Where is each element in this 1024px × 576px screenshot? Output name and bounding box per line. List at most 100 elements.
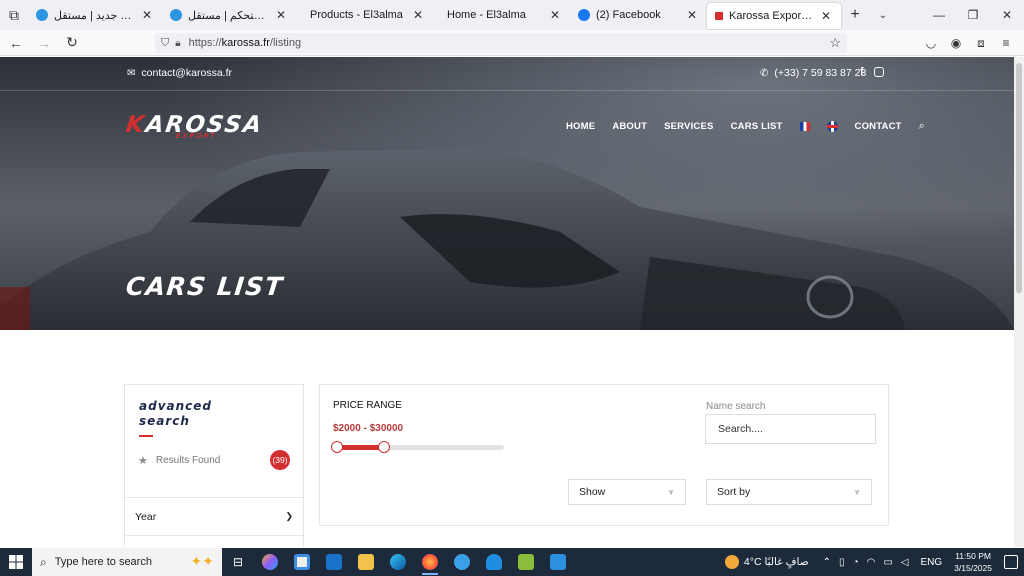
file-explorer-icon[interactable] <box>350 548 382 576</box>
contact-topbar: ✉ contact@karossa.fr ✆ (+33) 7 59 83 87 … <box>0 57 1014 91</box>
advanced-search-panel: advanced search ★ Results Found (39) Yea… <box>124 384 304 547</box>
mostaql-favicon-icon <box>36 9 48 21</box>
close-icon[interactable]: ✕ <box>274 8 288 22</box>
social-links: f <box>860 66 884 78</box>
pocket-icon[interactable]: ◡ <box>919 31 943 55</box>
slider-min-handle[interactable] <box>331 441 343 453</box>
new-tab-plus-icon[interactable]: + <box>841 0 869 30</box>
nav-services[interactable]: SERVICES <box>664 121 713 132</box>
price-range-label: PRICE RANGE <box>333 400 402 411</box>
account-icon[interactable]: ◉ <box>944 31 968 55</box>
tab-list-icon[interactable]: ⧉ <box>0 0 28 30</box>
topbar-phone[interactable]: ✆ (+33) 7 59 83 87 23 <box>760 67 866 79</box>
firefox-icon[interactable] <box>414 548 446 576</box>
sort-by-select[interactable]: Sort by ▼ <box>706 479 872 505</box>
close-icon[interactable]: ✕ <box>548 8 562 22</box>
caret-down-icon: ▼ <box>667 487 675 497</box>
browser-tab-3[interactable]: Products - El3alma ✕ <box>296 0 433 30</box>
clock[interactable]: 11:50 PM 3/15/2025 <box>954 550 992 574</box>
weather-widget[interactable]: 4°C صافٍ غالبًا <box>724 555 809 569</box>
page-scrollbar[interactable] <box>1014 57 1024 547</box>
language-indicator[interactable]: ENG <box>921 557 943 568</box>
app-bird-icon[interactable] <box>446 548 478 576</box>
volume-icon[interactable]: ◁ <box>901 557 909 568</box>
tab-title: (2) Facebook <box>596 9 661 21</box>
close-icon[interactable]: ✕ <box>685 8 699 22</box>
tab-title: Home - El3alma <box>447 9 526 21</box>
minimize-icon[interactable]: — <box>922 0 956 30</box>
outlook-icon[interactable] <box>318 548 350 576</box>
network-icon[interactable]: ◔ <box>853 557 859 568</box>
star-icon: ★ <box>138 455 148 467</box>
restore-icon[interactable]: ❐ <box>956 0 990 30</box>
battery-icon[interactable]: ▭ <box>883 557 892 568</box>
results-found: ★ Results Found <box>138 455 221 467</box>
nav-contact[interactable]: CONTACT <box>855 121 902 132</box>
task-view-icon[interactable]: ⊟ <box>222 548 254 576</box>
hero-banner: ✉ contact@karossa.fr ✆ (+33) 7 59 83 87 … <box>0 57 1014 330</box>
close-icon[interactable]: ✕ <box>411 8 425 22</box>
browser-tab-6-active[interactable]: Karossa Export - Cars List ✕ <box>707 3 841 29</box>
taskbar-search[interactable]: ⌕ Type here to search ✦✦ <box>32 548 222 576</box>
shield-icon[interactable]: ⛉ <box>161 37 169 50</box>
filter-panel: PRICE RANGE $2000 - $30000 Name search S… <box>319 384 889 526</box>
tab-title: Products - El3alma <box>310 9 403 21</box>
name-search-input[interactable] <box>705 414 876 444</box>
slider-max-handle[interactable] <box>377 441 390 453</box>
edge-icon[interactable] <box>382 548 414 576</box>
main-navigation: HOME ABOUT SERVICES CARS LIST CONTACT ⌕ <box>566 120 925 133</box>
back-arrow-icon[interactable]: ← <box>4 31 28 55</box>
scrollbar-thumb[interactable] <box>1016 63 1022 293</box>
facebook-favicon-icon <box>578 9 590 21</box>
chevron-down-icon: ❯ <box>285 511 293 521</box>
lock-icon[interactable]: 🔒︎ <box>175 38 180 49</box>
instagram-icon[interactable] <box>873 67 884 77</box>
wifi-icon[interactable]: ◠ <box>867 557 876 568</box>
next-filter-row[interactable] <box>125 535 303 547</box>
notification-icon[interactable] <box>1004 555 1018 569</box>
chevron-up-icon[interactable]: ⌃ <box>823 557 831 568</box>
copilot-icon[interactable] <box>254 548 286 576</box>
menu-hamburger-icon[interactable]: ≡ <box>994 31 1018 55</box>
forward-arrow-icon[interactable]: → <box>32 31 56 55</box>
device-icon[interactable]: ▯ <box>839 557 845 568</box>
browser-tab-5[interactable]: (2) Facebook ✕ <box>570 0 707 30</box>
tab-title: إضافة عمل جديد | مستقل <box>54 9 134 22</box>
site-logo[interactable]: KAROSSA EXPORT <box>124 112 265 140</box>
store-icon[interactable] <box>286 548 318 576</box>
browser-tab-1[interactable]: إضافة عمل جديد | مستقل ✕ <box>28 0 162 30</box>
caret-down-icon: ▼ <box>853 487 861 497</box>
browser-tab-2[interactable]: لوحة التحكم | مستقل ✕ <box>162 0 296 30</box>
reload-icon[interactable]: ↻ <box>60 31 84 55</box>
price-range-slider[interactable] <box>331 441 504 453</box>
year-filter-toggle[interactable]: Year ❯ <box>125 497 303 535</box>
facebook-icon[interactable]: f <box>860 66 864 78</box>
bookmark-star-icon[interactable]: ☆ <box>829 35 841 51</box>
weather-sun-icon <box>724 555 739 569</box>
nav-home[interactable]: HOME <box>566 121 595 132</box>
website-viewport: ✉ contact@karossa.fr ✆ (+33) 7 59 83 87 … <box>0 57 1014 547</box>
phone-icon: ✆ <box>760 67 769 79</box>
close-icon[interactable]: ✕ <box>819 9 833 23</box>
browser-tab-bar: ⧉ إضافة عمل جديد | مستقل ✕ لوحة التحكم |… <box>0 0 1024 30</box>
extensions-icon[interactable]: ⧈ <box>969 31 993 55</box>
vscode-icon[interactable] <box>542 548 574 576</box>
nav-about[interactable]: ABOUT <box>612 121 647 132</box>
tab-overflow-chevron-icon[interactable]: ⌄ <box>869 0 897 30</box>
app-blue-icon[interactable] <box>478 548 510 576</box>
address-bar[interactable]: ⛉ 🔒︎ https://karossa.fr/listing ☆ <box>155 33 847 53</box>
windows-start-icon[interactable] <box>0 548 32 576</box>
search-icon[interactable]: ⌕ <box>919 120 925 133</box>
topbar-email[interactable]: ✉ contact@karossa.fr <box>127 67 232 79</box>
uk-flag-icon[interactable] <box>826 121 838 132</box>
nav-cars-list[interactable]: CARS LIST <box>731 121 783 132</box>
year-label: Year <box>135 510 157 523</box>
app-green-icon[interactable] <box>510 548 542 576</box>
close-icon[interactable]: ✕ <box>140 8 154 22</box>
french-flag-icon[interactable] <box>799 122 810 131</box>
show-select[interactable]: Show ▼ <box>568 479 686 505</box>
browser-tab-4[interactable]: Home - El3alma ✕ <box>433 0 570 30</box>
tab-title: Karossa Export - Cars List <box>729 10 813 22</box>
close-window-icon[interactable]: ✕ <box>990 0 1024 30</box>
url-text[interactable]: https://karossa.fr/listing <box>189 37 302 49</box>
